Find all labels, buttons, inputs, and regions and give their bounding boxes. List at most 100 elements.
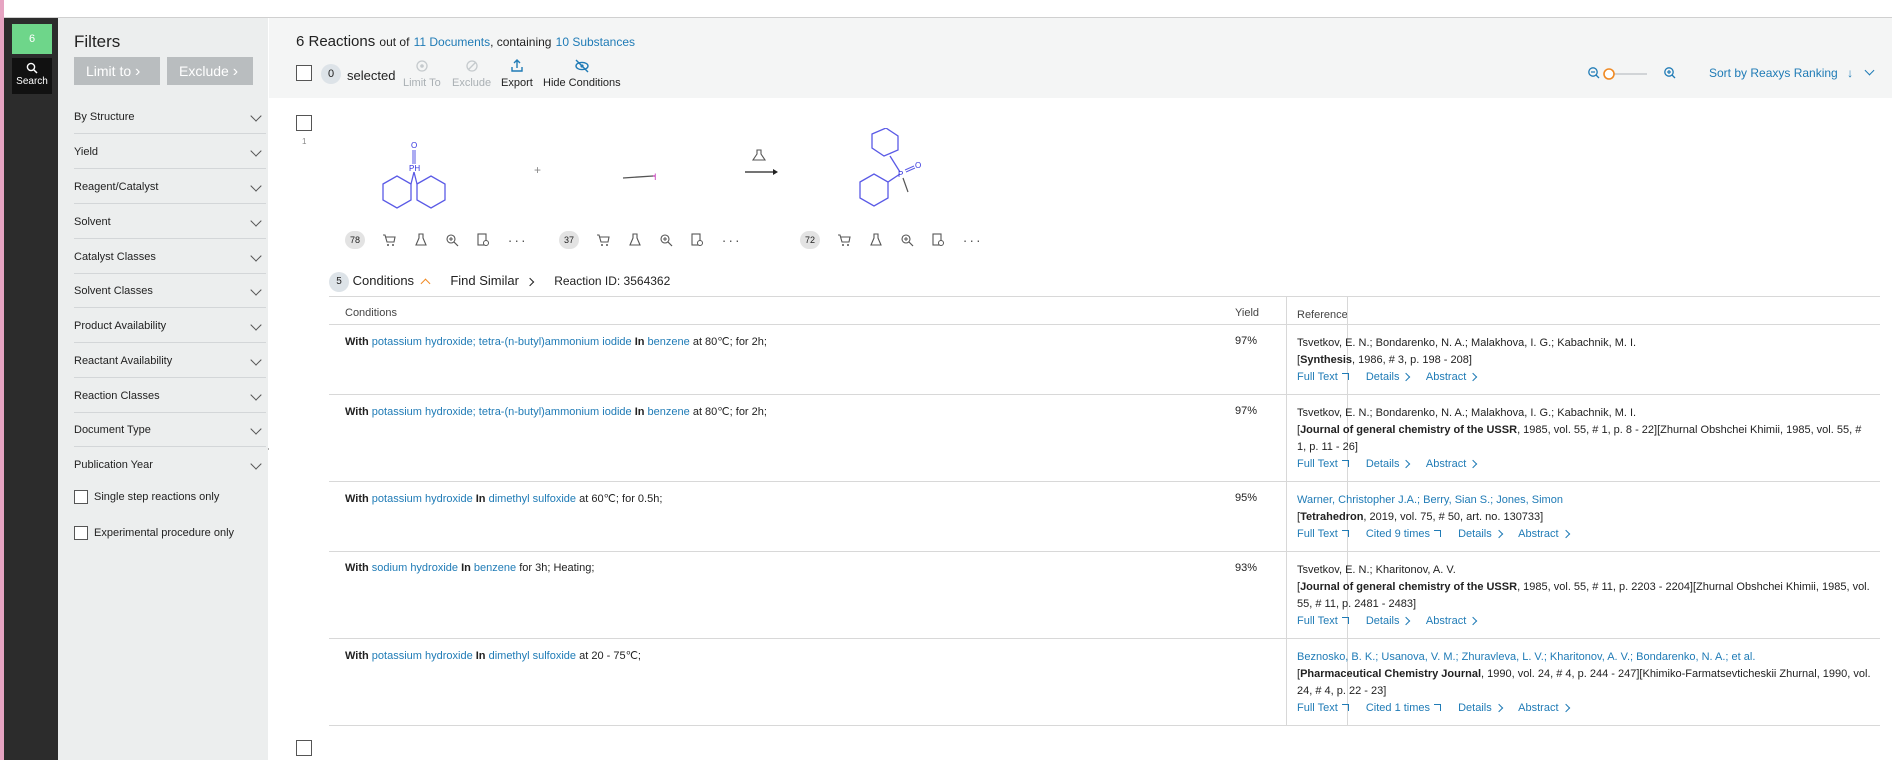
reactant-1-tools: 78 ··· [345, 231, 528, 251]
authors[interactable]: Warner, Christopher J.A.; Berry, Sian S.… [1297, 492, 1872, 509]
full-text-link[interactable]: Full Text [1297, 615, 1338, 627]
filter-publication-year[interactable]: Publication Year [74, 448, 266, 482]
left-rail: 6 Search [4, 18, 58, 760]
eye-off-icon [575, 59, 589, 73]
product-structure[interactable]: P O [852, 128, 938, 224]
reactant-1-structure[interactable]: PH O [365, 136, 451, 220]
find-similar-button[interactable]: Find Similar [450, 273, 534, 288]
flask-icon[interactable] [414, 233, 428, 247]
chevron-right-icon [1469, 459, 1478, 469]
solvent-link[interactable]: benzene [648, 336, 690, 348]
selected-count: 0 [321, 64, 341, 84]
zoom-in-icon[interactable] [900, 233, 914, 247]
details-link[interactable]: Details [1458, 528, 1492, 540]
filter-solvent-classes[interactable]: Solvent Classes [74, 274, 266, 308]
sort-direction-icon[interactable]: ↓ [1847, 66, 1853, 80]
authors[interactable]: Beznosko, B. K.; Usanova, V. M.; Zhuravl… [1297, 649, 1872, 666]
abstract-link[interactable]: Abstract [1518, 702, 1558, 714]
solvent-link[interactable]: benzene [474, 562, 516, 574]
abstract-link[interactable]: Abstract [1426, 615, 1466, 627]
cart-icon[interactable] [596, 233, 611, 247]
more-icon[interactable]: ··· [508, 232, 528, 248]
reagent-link[interactable]: potassium hydroxide [372, 650, 473, 662]
select-all-checkbox[interactable] [296, 65, 312, 81]
abstract-link[interactable]: Abstract [1426, 371, 1466, 383]
conditions-toggle[interactable]: Conditions [353, 273, 431, 289]
zoom-out-icon[interactable] [1588, 67, 1600, 79]
zoom-in-icon[interactable] [445, 233, 459, 247]
export-tool[interactable]: Export [501, 58, 533, 89]
details-link[interactable]: Details [1366, 458, 1400, 470]
results-badge[interactable]: 6 [12, 24, 52, 54]
cart-icon[interactable] [837, 233, 852, 247]
filter-yield[interactable]: Yield [74, 135, 266, 169]
more-icon[interactable]: ··· [963, 232, 983, 248]
filter-product-availability[interactable]: Product Availability [74, 309, 266, 343]
chevron-up-icon [420, 278, 431, 289]
reaction-checkbox[interactable] [296, 115, 312, 131]
filter-reaction-classes[interactable]: Reaction Classes [74, 379, 266, 413]
filter-reactant-availability[interactable]: Reactant Availability [74, 344, 266, 378]
reaction-checkbox[interactable] [296, 740, 312, 756]
zoom-control[interactable] [1587, 66, 1687, 85]
reagent-link[interactable]: sodium hydroxide [372, 562, 458, 574]
reactant-2-count[interactable]: 37 [559, 231, 579, 249]
citation: [Synthesis, 1986, # 3, p. 198 - 208] [1297, 354, 1472, 366]
chevron-right-icon [1494, 529, 1503, 539]
yield-cell: 93% [1235, 562, 1258, 574]
flask-icon[interactable] [869, 233, 883, 247]
full-text-link[interactable]: Full Text [1297, 371, 1338, 383]
experimental-procedure-checkbox[interactable]: Experimental procedure only [74, 526, 234, 540]
full-text-link[interactable]: Full Text [1297, 702, 1338, 714]
substances-link[interactable]: 10 Substances [556, 35, 635, 49]
limit-to-button[interactable]: Limit to › [74, 57, 160, 85]
details-link[interactable]: Details [1366, 615, 1400, 627]
filter-document-type[interactable]: Document Type [74, 413, 266, 447]
svg-text:P: P [898, 170, 903, 179]
reagent-link[interactable]: potassium hydroxide [372, 493, 473, 505]
full-text-link[interactable]: Full Text [1297, 528, 1338, 540]
zoom-in-icon[interactable] [659, 233, 673, 247]
product-count[interactable]: 72 [800, 231, 820, 249]
document-search-icon[interactable] [476, 233, 490, 247]
exclude-tool[interactable]: Exclude [452, 58, 491, 89]
citation: [Journal of general chemistry of the USS… [1297, 424, 1862, 453]
reactant-1-count[interactable]: 78 [345, 231, 365, 249]
conditions-cell: With potassium hydroxide In dimethyl sul… [345, 493, 663, 505]
sort-dropdown[interactable]: Sort by Reaxys Ranking ↓ [1709, 65, 1875, 80]
document-search-icon[interactable] [931, 233, 945, 247]
full-text-link[interactable]: Full Text [1297, 458, 1338, 470]
details-link[interactable]: Details [1366, 371, 1400, 383]
document-search-icon[interactable] [690, 233, 704, 247]
documents-link[interactable]: 11 Documents [414, 35, 490, 49]
cart-icon[interactable] [382, 233, 397, 247]
reference-cell: Tsvetkov, E. N.; Bondarenko, N. A.; Mala… [1297, 335, 1872, 386]
filter-reagent-catalyst[interactable]: Reagent/Catalyst [74, 170, 266, 204]
zoom-slider-handle[interactable] [1603, 68, 1615, 80]
solvent-link[interactable]: dimethyl sulfoxide [489, 493, 576, 505]
more-icon[interactable]: ··· [722, 232, 742, 248]
solvent-link[interactable]: benzene [648, 406, 690, 418]
single-step-checkbox[interactable]: Single step reactions only [74, 490, 219, 504]
abstract-link[interactable]: Abstract [1518, 528, 1558, 540]
exclude-button[interactable]: Exclude › [167, 57, 253, 85]
solvent-link[interactable]: dimethyl sulfoxide [489, 650, 576, 662]
hide-conditions-tool[interactable]: Hide Conditions [543, 58, 621, 89]
cited-by-link[interactable]: Cited 1 times [1366, 702, 1430, 714]
zoom-in-icon[interactable] [1664, 67, 1676, 79]
filter-by-structure[interactable]: By Structure [74, 100, 266, 134]
abstract-link[interactable]: Abstract [1426, 458, 1466, 470]
rail-search-button[interactable]: Search [12, 58, 52, 94]
citation: [Journal of general chemistry of the USS… [1297, 581, 1870, 610]
reagent-link[interactable]: potassium hydroxide; tetra-(n-butyl)ammo… [372, 406, 632, 418]
details-link[interactable]: Details [1458, 702, 1492, 714]
cited-by-link[interactable]: Cited 9 times [1366, 528, 1430, 540]
limit-to-tool[interactable]: Limit To [403, 58, 441, 89]
filter-solvent[interactable]: Solvent [74, 205, 266, 239]
reactant-2-structure[interactable]: I [621, 170, 661, 184]
conditions-count: 5 [329, 272, 349, 292]
filter-catalyst-classes[interactable]: Catalyst Classes [74, 240, 266, 274]
flask-icon[interactable] [628, 233, 642, 247]
chevron-right-icon [1469, 372, 1478, 382]
reagent-link[interactable]: potassium hydroxide; tetra-(n-butyl)ammo… [372, 336, 632, 348]
